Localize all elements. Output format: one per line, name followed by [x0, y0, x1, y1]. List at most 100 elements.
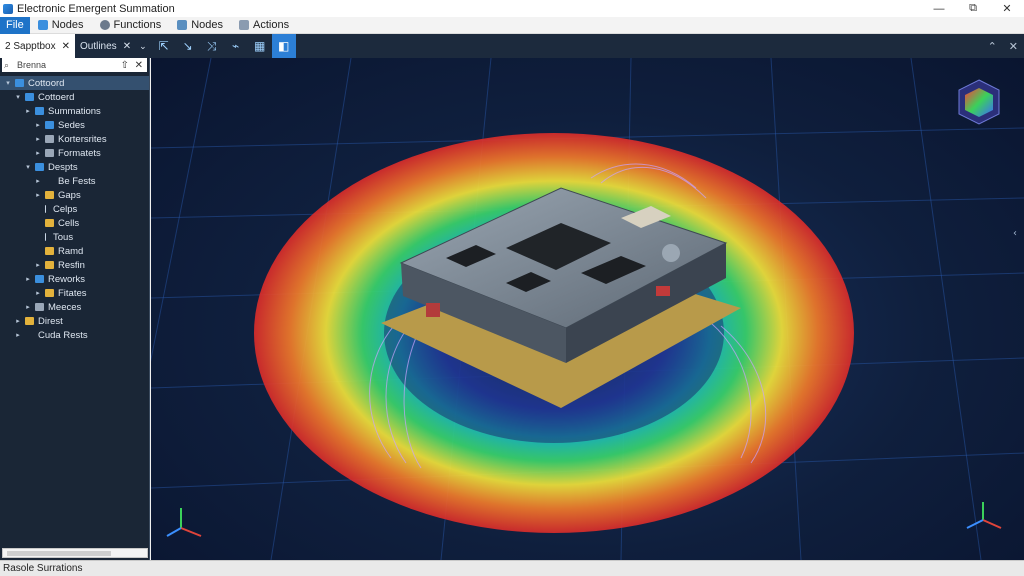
nodes-icon	[177, 20, 188, 30]
tree-item[interactable]: Tous	[0, 230, 149, 244]
chevron-down-icon[interactable]: ⌄	[139, 41, 147, 52]
tree-item[interactable]: ▸ Fitates	[0, 286, 149, 300]
status-bar: Rasole Surrations	[0, 560, 1024, 576]
folder-icon	[25, 331, 34, 339]
axis-triad-right	[966, 502, 1002, 529]
actions-icon	[239, 20, 250, 30]
field-tool-button[interactable]: ⤨	[200, 34, 224, 58]
tab-sapptbox[interactable]: 2 Sapptbox ✕	[0, 34, 75, 58]
horizontal-scrollbar[interactable]	[2, 548, 148, 558]
pin-icon[interactable]: ⇧	[121, 60, 129, 71]
tree-item[interactable]: ▸ Resfin	[0, 258, 149, 272]
tree-item-label: Be Fests	[58, 175, 96, 187]
folder-icon	[45, 135, 54, 143]
folder-icon	[45, 247, 54, 255]
rotate-handle-icon: ‹	[1013, 228, 1017, 239]
folder-icon	[45, 233, 49, 241]
probe-tool-button[interactable]: ↘	[176, 34, 200, 58]
sidebar: ⌕ Brenna ⇧ ✕ ▾ Cottoord ▾ Cottoerd ▸ Summatio…	[0, 58, 150, 560]
menu-file[interactable]: File	[0, 16, 30, 34]
tree-item-label: Celps	[53, 203, 78, 215]
tree-item[interactable]: ▸ Cuda Rests	[0, 328, 149, 342]
tree-item[interactable]: ▾ Despts	[0, 160, 149, 174]
menu-nodes-2[interactable]: Nodes	[169, 17, 231, 34]
tree-item[interactable]: ▾ Cottoerd	[0, 90, 149, 104]
status-text: Rasole Surrations	[3, 563, 83, 574]
folder-icon	[35, 303, 44, 311]
tree-item-label: Reworks	[48, 273, 85, 285]
folder-icon	[45, 289, 54, 297]
close-icon[interactable]: ✕	[62, 41, 70, 52]
sidebar-search[interactable]: ⌕ Brenna ⇧ ✕	[2, 58, 147, 72]
window-title: Electronic Emergent Summation	[17, 2, 175, 15]
tree-item[interactable]: ▾ Cottoord	[0, 76, 149, 90]
maximize-button[interactable]: ⧉	[956, 0, 990, 17]
window-controls: — ⧉ ✕	[922, 0, 1024, 17]
menu-label: Functions	[113, 19, 162, 31]
scrollbar-thumb[interactable]	[7, 551, 111, 556]
tree-item[interactable]: ▸ Reworks	[0, 272, 149, 286]
tree-item[interactable]: ▸ Gaps	[0, 188, 149, 202]
close-icon[interactable]: ✕	[135, 60, 143, 71]
component-tool-button[interactable]: ▦	[248, 34, 272, 58]
menu-functions[interactable]: Functions	[92, 17, 170, 34]
chevron-right-icon[interactable]: ▸	[34, 135, 42, 143]
tree-item[interactable]: Ramd	[0, 244, 149, 258]
tree-item[interactable]: Celps	[0, 202, 149, 216]
chevron-right-icon[interactable]: ▸	[34, 149, 42, 157]
3d-viewport[interactable]: ‹	[151, 58, 1024, 560]
folder-icon	[45, 261, 54, 269]
axis-triad-left	[166, 508, 202, 537]
tab-outlines[interactable]: Outlines ✕ ⌄	[75, 34, 152, 58]
chevron-right-icon[interactable]: ▸	[14, 331, 22, 339]
close-button[interactable]: ✕	[990, 0, 1024, 17]
folder-icon	[25, 317, 34, 325]
chevron-right-icon[interactable]: ▸	[24, 107, 32, 115]
menu-nodes[interactable]: Nodes	[30, 17, 92, 34]
menu-actions[interactable]: Actions	[231, 17, 297, 34]
menu-label: Actions	[253, 19, 290, 31]
nodes-icon	[37, 20, 48, 30]
folder-icon	[25, 93, 34, 101]
folder-icon	[35, 163, 44, 171]
tree-item[interactable]: ▸ Direst	[0, 314, 149, 328]
tree-item[interactable]: ▸ Summations	[0, 104, 149, 118]
chevron-right-icon[interactable]: ▸	[34, 289, 42, 297]
tree-item[interactable]: ▸ Sedes	[0, 118, 149, 132]
search-input[interactable]: Brenna	[17, 60, 46, 70]
minimize-button[interactable]: —	[922, 0, 956, 17]
chevron-down-icon[interactable]: ▾	[24, 163, 32, 171]
chevron-down-icon[interactable]: ▾	[14, 93, 22, 101]
tree-item-label: Cottoerd	[38, 91, 75, 103]
package-tool-button[interactable]: ◧	[271, 34, 296, 58]
app-icon	[3, 3, 13, 14]
tree-item[interactable]: ▸ Formatets	[0, 146, 149, 160]
chevron-right-icon[interactable]: ▸	[34, 261, 42, 269]
pin-icon[interactable]: ⌃	[988, 40, 997, 53]
folder-icon	[45, 205, 49, 213]
select-tool-button[interactable]: ⇱	[152, 34, 176, 58]
chevron-right-icon[interactable]: ▸	[34, 177, 42, 185]
tree-item[interactable]: ▸ Meeces	[0, 300, 149, 314]
close-icon[interactable]: ✕	[123, 41, 131, 52]
folder-icon	[15, 79, 24, 87]
close-icon[interactable]: ✕	[1009, 40, 1018, 53]
tree-item[interactable]: Cells	[0, 216, 149, 230]
folder-icon	[45, 121, 54, 129]
menu-bar: File Nodes Functions Nodes Actions	[0, 16, 1024, 34]
wire-tool-button[interactable]: ⌁	[224, 34, 248, 58]
chevron-right-icon[interactable]: ▸	[14, 317, 22, 325]
tree-item-label: Ramd	[58, 245, 84, 257]
tree-view: ▾ Cottoord ▾ Cottoerd ▸ Summations ▸ Sedes ▸ Kort…	[0, 76, 149, 342]
panel-controls: ⌃ ✕	[976, 34, 1018, 58]
chevron-right-icon[interactable]: ▸	[34, 191, 42, 199]
tree-item-label: Direst	[38, 315, 63, 327]
tree-item[interactable]: ▸ Kortersrites	[0, 132, 149, 146]
chevron-right-icon[interactable]: ▸	[24, 275, 32, 283]
tree-item[interactable]: ▸ Be Fests	[0, 174, 149, 188]
chevron-down-icon[interactable]: ▾	[4, 79, 12, 87]
tree-item-label: Despts	[48, 161, 78, 173]
chevron-right-icon[interactable]: ▸	[34, 121, 42, 129]
search-icon: ⌕	[4, 59, 10, 70]
chevron-right-icon[interactable]: ▸	[24, 303, 32, 311]
